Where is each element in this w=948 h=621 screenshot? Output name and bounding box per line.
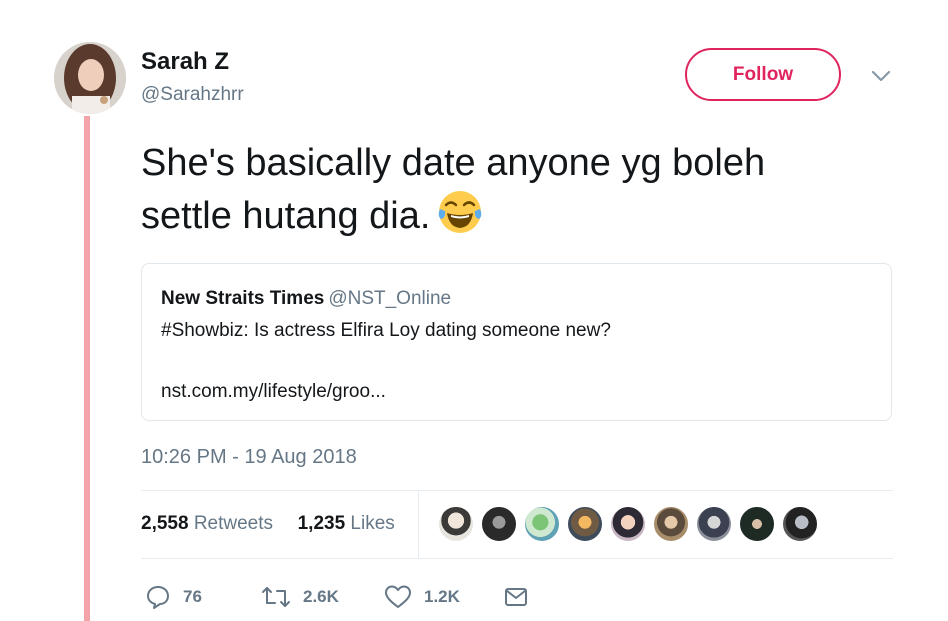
quoted-author-name: New Straits Times — [161, 288, 325, 309]
retweets-count: 2,558 — [141, 513, 189, 534]
liker-avatar[interactable] — [782, 506, 818, 542]
quoted-link[interactable]: nst.com.my/lifestyle/groo... — [161, 381, 386, 403]
liker-avatar[interactable] — [567, 506, 603, 542]
retweets-label: Retweets — [193, 513, 274, 534]
retweet-count: 2.6K — [303, 587, 339, 606]
likes-stat[interactable]: 1,235 Likes — [298, 513, 395, 534]
timestamp[interactable]: 10:26 PM - 19 Aug 2018 — [141, 446, 357, 469]
chevron-down-icon[interactable] — [869, 64, 893, 88]
retweet-button[interactable]: 2.6K — [261, 582, 339, 612]
author-handle[interactable]: @Sarahzhrr — [141, 84, 244, 106]
tweet-text: She's basically date anyone yg boleh set… — [141, 138, 861, 249]
author-name[interactable]: Sarah Z — [141, 48, 229, 76]
reply-count: 76 — [183, 587, 202, 606]
heart-icon — [385, 585, 411, 608]
liker-avatar[interactable] — [481, 506, 517, 542]
quoted-tweet-card[interactable]: New Straits Times @NST_Online #Showbiz: I… — [141, 263, 892, 421]
like-count: 1.2K — [424, 587, 460, 606]
liker-avatar[interactable] — [438, 506, 474, 542]
likes-count: 1,235 — [297, 513, 346, 534]
retweets-stat[interactable]: 2,558 Retweets — [141, 513, 278, 534]
envelope-icon — [505, 588, 527, 606]
retweet-icon — [262, 587, 290, 607]
liker-avatar[interactable] — [610, 506, 646, 542]
divider — [141, 558, 893, 559]
liker-avatar[interactable] — [524, 506, 560, 542]
reply-icon — [147, 586, 169, 609]
avatar[interactable] — [54, 42, 126, 114]
liker-avatar[interactable] — [696, 506, 732, 542]
direct-message-button[interactable] — [503, 582, 541, 612]
face-with-tears-of-joy-icon — [436, 188, 484, 249]
like-button[interactable]: 1.2K — [384, 582, 460, 612]
reply-button[interactable]: 76 — [145, 582, 202, 612]
liker-avatar[interactable] — [653, 506, 689, 542]
quoted-text: #Showbiz: Is actress Elfira Loy dating s… — [161, 320, 611, 341]
quoted-author-handle: @NST_Online — [328, 288, 452, 309]
quoted-header: New Straits Times @NST_Online — [161, 288, 451, 310]
liker-avatar[interactable] — [739, 506, 775, 542]
follow-button[interactable]: Follow — [685, 48, 841, 101]
divider — [418, 490, 419, 558]
divider — [141, 490, 893, 491]
thread-line — [84, 116, 90, 621]
tweet-stats: 2,558 Retweets 1,235 Likes — [141, 513, 395, 535]
likes-label: Likes — [350, 513, 395, 534]
